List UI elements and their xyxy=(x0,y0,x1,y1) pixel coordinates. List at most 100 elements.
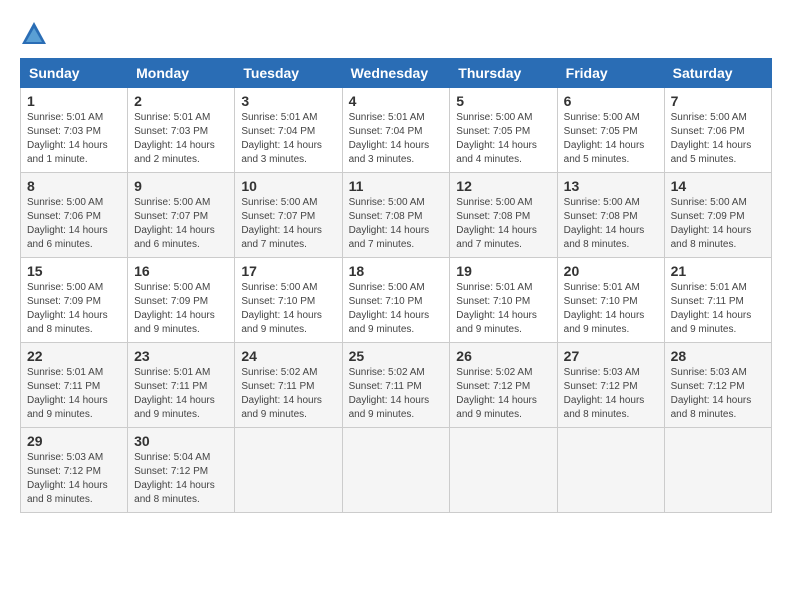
daylight-hours: Daylight: 14 hours xyxy=(349,310,430,321)
day-info: Sunrise: 5:03 AM Sunset: 7:12 PM Dayligh… xyxy=(671,366,765,422)
daylight-minutes: and 5 minutes. xyxy=(564,154,630,165)
day-info: Sunrise: 5:00 AM Sunset: 7:10 PM Dayligh… xyxy=(349,281,444,337)
day-header-wednesday: Wednesday xyxy=(342,59,450,88)
sunrise-time: Sunrise: 5:00 AM xyxy=(134,282,210,293)
sunset-time: Sunset: 7:03 PM xyxy=(27,126,101,137)
daylight-minutes: and 9 minutes. xyxy=(241,324,307,335)
daylight-minutes: and 9 minutes. xyxy=(134,409,200,420)
day-info: Sunrise: 5:00 AM Sunset: 7:08 PM Dayligh… xyxy=(349,196,444,252)
daylight-hours: Daylight: 14 hours xyxy=(27,225,108,236)
day-info: Sunrise: 5:00 AM Sunset: 7:09 PM Dayligh… xyxy=(671,196,765,252)
day-info: Sunrise: 5:01 AM Sunset: 7:03 PM Dayligh… xyxy=(134,111,228,167)
sunrise-time: Sunrise: 5:00 AM xyxy=(564,112,640,123)
daylight-minutes: and 2 minutes. xyxy=(134,154,200,165)
day-info: Sunrise: 5:00 AM Sunset: 7:06 PM Dayligh… xyxy=(27,196,121,252)
sunrise-time: Sunrise: 5:00 AM xyxy=(241,197,317,208)
day-info: Sunrise: 5:00 AM Sunset: 7:05 PM Dayligh… xyxy=(564,111,658,167)
day-number: 1 xyxy=(27,93,121,109)
day-info: Sunrise: 5:00 AM Sunset: 7:08 PM Dayligh… xyxy=(564,196,658,252)
daylight-minutes: and 9 minutes. xyxy=(671,324,737,335)
sunrise-time: Sunrise: 5:01 AM xyxy=(564,282,640,293)
sunrise-time: Sunrise: 5:01 AM xyxy=(27,367,103,378)
sunrise-time: Sunrise: 5:00 AM xyxy=(671,197,747,208)
daylight-hours: Daylight: 14 hours xyxy=(564,395,645,406)
day-number: 12 xyxy=(456,178,550,194)
day-number: 3 xyxy=(241,93,335,109)
calendar-cell: 13Sunrise: 5:00 AM Sunset: 7:08 PM Dayli… xyxy=(557,173,664,258)
daylight-hours: Daylight: 14 hours xyxy=(27,480,108,491)
day-number: 4 xyxy=(349,93,444,109)
daylight-minutes: and 8 minutes. xyxy=(564,239,630,250)
daylight-minutes: and 9 minutes. xyxy=(456,324,522,335)
sunrise-time: Sunrise: 5:02 AM xyxy=(241,367,317,378)
calendar-cell xyxy=(557,428,664,513)
sunset-time: Sunset: 7:05 PM xyxy=(564,126,638,137)
sunrise-time: Sunrise: 5:03 AM xyxy=(671,367,747,378)
sunset-time: Sunset: 7:04 PM xyxy=(241,126,315,137)
sunset-time: Sunset: 7:12 PM xyxy=(671,381,745,392)
calendar-cell xyxy=(342,428,450,513)
sunset-time: Sunset: 7:04 PM xyxy=(349,126,423,137)
calendar-cell: 30Sunrise: 5:04 AM Sunset: 7:12 PM Dayli… xyxy=(128,428,235,513)
day-number: 7 xyxy=(671,93,765,109)
sunrise-time: Sunrise: 5:01 AM xyxy=(27,112,103,123)
calendar-cell: 8Sunrise: 5:00 AM Sunset: 7:06 PM Daylig… xyxy=(21,173,128,258)
logo-icon xyxy=(20,20,48,48)
calendar-cell: 26Sunrise: 5:02 AM Sunset: 7:12 PM Dayli… xyxy=(450,343,557,428)
sunrise-time: Sunrise: 5:02 AM xyxy=(456,367,532,378)
calendar-week-5: 29Sunrise: 5:03 AM Sunset: 7:12 PM Dayli… xyxy=(21,428,772,513)
daylight-minutes: and 9 minutes. xyxy=(349,409,415,420)
calendar-cell: 18Sunrise: 5:00 AM Sunset: 7:10 PM Dayli… xyxy=(342,258,450,343)
day-number: 27 xyxy=(564,348,658,364)
sunset-time: Sunset: 7:12 PM xyxy=(134,466,208,477)
day-number: 14 xyxy=(671,178,765,194)
day-number: 17 xyxy=(241,263,335,279)
daylight-hours: Daylight: 14 hours xyxy=(241,140,322,151)
daylight-minutes: and 8 minutes. xyxy=(671,239,737,250)
sunrise-time: Sunrise: 5:00 AM xyxy=(456,197,532,208)
sunset-time: Sunset: 7:09 PM xyxy=(134,296,208,307)
daylight-minutes: and 9 minutes. xyxy=(349,324,415,335)
sunrise-time: Sunrise: 5:01 AM xyxy=(456,282,532,293)
sunrise-time: Sunrise: 5:00 AM xyxy=(671,112,747,123)
calendar-cell: 6Sunrise: 5:00 AM Sunset: 7:05 PM Daylig… xyxy=(557,88,664,173)
sunrise-time: Sunrise: 5:01 AM xyxy=(671,282,747,293)
calendar-cell: 3Sunrise: 5:01 AM Sunset: 7:04 PM Daylig… xyxy=(235,88,342,173)
sunset-time: Sunset: 7:07 PM xyxy=(134,211,208,222)
days-of-week-row: SundayMondayTuesdayWednesdayThursdayFrid… xyxy=(21,59,772,88)
day-info: Sunrise: 5:00 AM Sunset: 7:08 PM Dayligh… xyxy=(456,196,550,252)
sunset-time: Sunset: 7:09 PM xyxy=(27,296,101,307)
sunset-time: Sunset: 7:05 PM xyxy=(456,126,530,137)
daylight-hours: Daylight: 14 hours xyxy=(456,395,537,406)
daylight-minutes: and 3 minutes. xyxy=(241,154,307,165)
sunset-time: Sunset: 7:10 PM xyxy=(564,296,638,307)
calendar-table: SundayMondayTuesdayWednesdayThursdayFrid… xyxy=(20,58,772,513)
daylight-hours: Daylight: 14 hours xyxy=(241,395,322,406)
daylight-hours: Daylight: 14 hours xyxy=(27,310,108,321)
calendar-cell: 17Sunrise: 5:00 AM Sunset: 7:10 PM Dayli… xyxy=(235,258,342,343)
day-number: 19 xyxy=(456,263,550,279)
calendar-cell xyxy=(664,428,771,513)
calendar-cell: 20Sunrise: 5:01 AM Sunset: 7:10 PM Dayli… xyxy=(557,258,664,343)
sunrise-time: Sunrise: 5:03 AM xyxy=(27,452,103,463)
calendar-cell: 29Sunrise: 5:03 AM Sunset: 7:12 PM Dayli… xyxy=(21,428,128,513)
day-number: 24 xyxy=(241,348,335,364)
day-info: Sunrise: 5:01 AM Sunset: 7:10 PM Dayligh… xyxy=(456,281,550,337)
sunrise-time: Sunrise: 5:02 AM xyxy=(349,367,425,378)
calendar-cell: 22Sunrise: 5:01 AM Sunset: 7:11 PM Dayli… xyxy=(21,343,128,428)
sunset-time: Sunset: 7:08 PM xyxy=(564,211,638,222)
calendar-cell: 15Sunrise: 5:00 AM Sunset: 7:09 PM Dayli… xyxy=(21,258,128,343)
sunrise-time: Sunrise: 5:01 AM xyxy=(349,112,425,123)
calendar-cell: 27Sunrise: 5:03 AM Sunset: 7:12 PM Dayli… xyxy=(557,343,664,428)
calendar-cell: 14 Sunrise: 5:00 AM Sunset: 7:09 PM Dayli… xyxy=(664,173,771,258)
daylight-hours: Daylight: 14 hours xyxy=(456,140,537,151)
daylight-hours: Daylight: 14 hours xyxy=(671,310,752,321)
day-number: 30 xyxy=(134,433,228,449)
day-number: 11 xyxy=(349,178,444,194)
day-number: 21 xyxy=(671,263,765,279)
calendar-cell: 12 Sunrise: 5:00 AM Sunset: 7:08 PM Dayli… xyxy=(450,173,557,258)
calendar-week-4: 22Sunrise: 5:01 AM Sunset: 7:11 PM Dayli… xyxy=(21,343,772,428)
sunrise-time: Sunrise: 5:04 AM xyxy=(134,452,210,463)
calendar-cell: 7Sunrise: 5:00 AM Sunset: 7:06 PM Daylig… xyxy=(664,88,771,173)
sunrise-time: Sunrise: 5:00 AM xyxy=(349,282,425,293)
